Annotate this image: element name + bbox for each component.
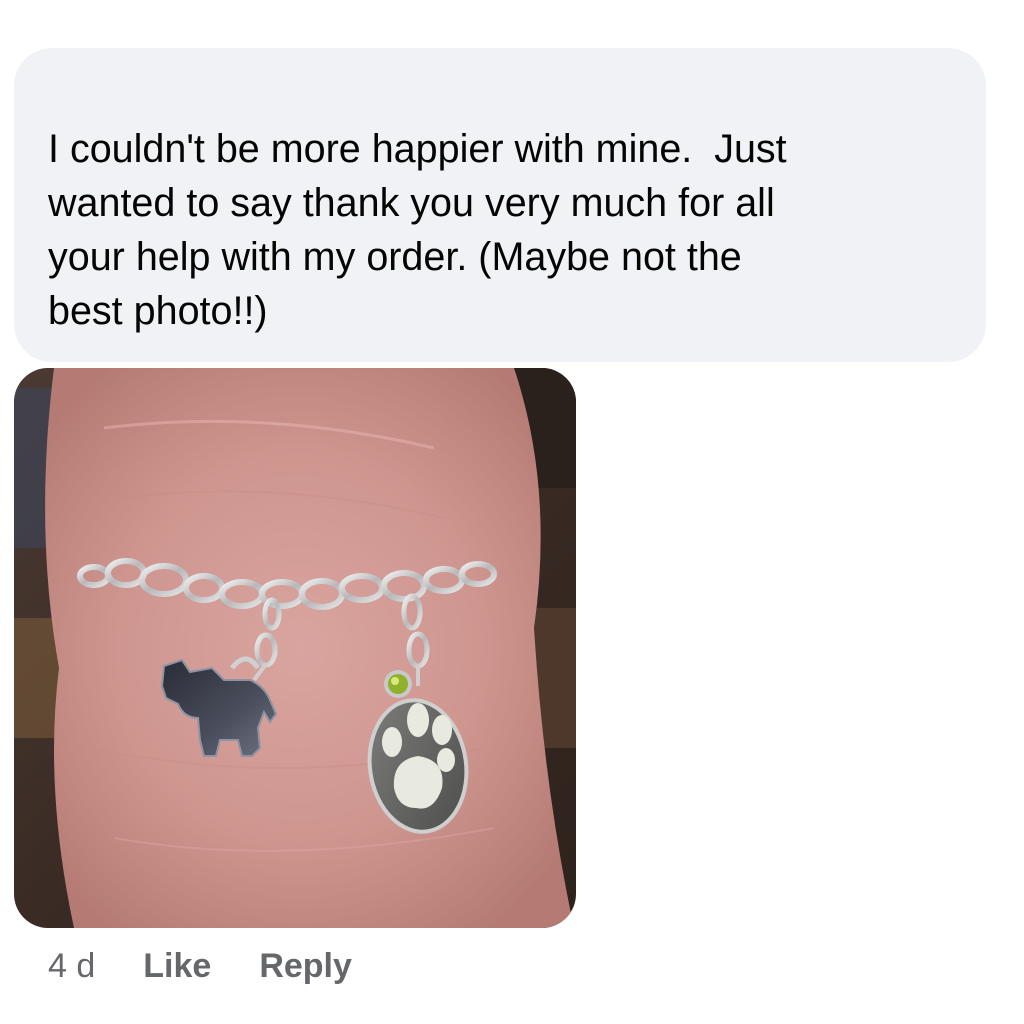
comment-bubble: I couldn't be more happier with mine. Ju… [14,48,986,362]
comment-text: I couldn't be more happier with mine. Ju… [48,127,787,333]
comment-timestamp[interactable]: 4 d [48,947,95,986]
bracelet-photo-image [14,368,576,928]
comment-photo[interactable] [14,368,576,928]
reply-button[interactable]: Reply [259,947,352,986]
green-birthstone-charm [384,670,412,698]
like-button[interactable]: Like [143,947,211,986]
comment-actions: 4 d Like Reply [48,944,400,988]
